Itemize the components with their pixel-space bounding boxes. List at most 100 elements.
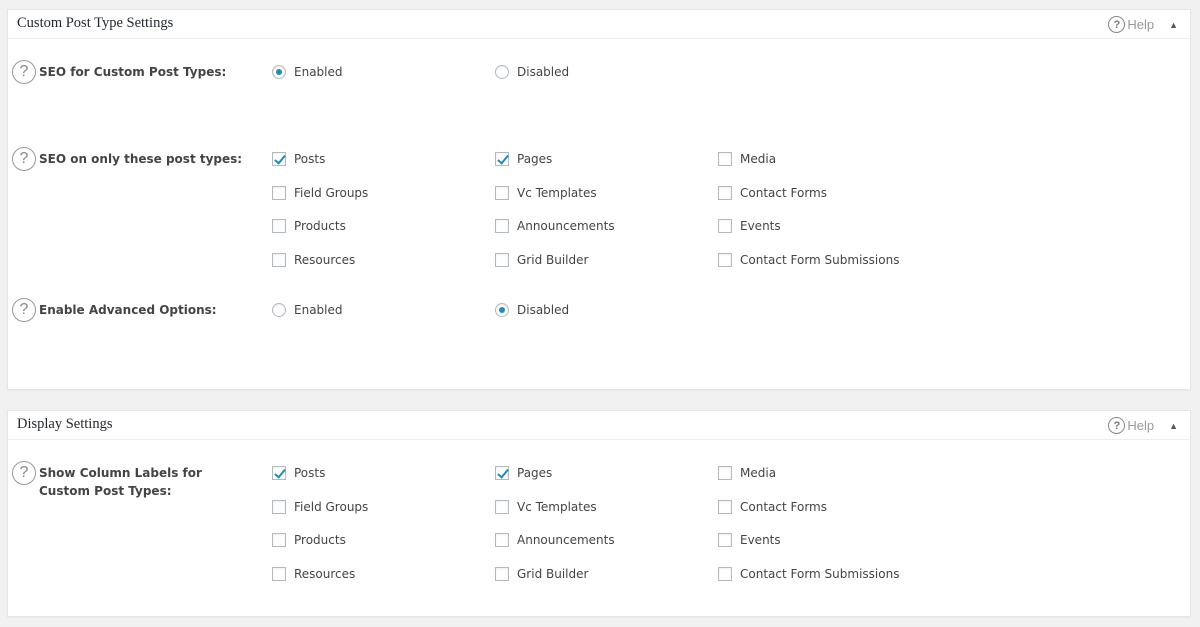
question-icon[interactable]: ? [12,298,36,322]
column-labels-option-vc-templates[interactable]: Vc Templates [495,498,597,516]
question-icon[interactable]: ? [12,461,36,485]
seo-only-option-resources[interactable]: Resources [272,251,355,269]
seo-only-option-posts[interactable]: Posts [272,150,325,168]
column-labels-label-grid-builder: Grid Builder [517,566,589,581]
column-labels-label-contact-forms: Contact Forms [740,499,827,514]
column-labels-label-announcements: Announcements [517,533,615,547]
custom-post-type-settings-panel: Custom Post Type Settings ? Help ▲ ? SEO… [7,9,1191,390]
column-labels-label-pages: Pages [517,466,553,480]
collapse-arrow-icon[interactable]: ▲ [1169,20,1178,30]
seo-cpt-enabled-option[interactable]: Enabled [272,63,343,81]
panel-header: Custom Post Type Settings ? Help ▲ [8,10,1190,39]
advanced-enabled-label: Enabled [294,303,343,317]
seo-only-label-field-groups: Field Groups [294,185,369,200]
column-labels-checkbox-posts[interactable] [272,466,286,480]
seo-only-label-products: Products [294,219,346,233]
column-labels-checkbox-vc-templates[interactable] [495,499,509,514]
column-labels-checkbox-pages[interactable] [495,466,509,480]
seo-only-option-products[interactable]: Products [272,217,346,235]
seo-only-label-pages: Pages [517,152,553,166]
column-labels-checkbox-field-groups[interactable] [272,499,286,514]
seo-only-option-pages[interactable]: Pages [495,150,552,168]
seo-only-option-field-groups[interactable]: Field Groups [272,184,368,202]
seo-only-option-vc-templates[interactable]: Vc Templates [495,184,597,202]
seo-cpt-disabled-radio[interactable] [495,65,509,79]
seo-only-checkbox-contact-forms[interactable] [718,185,732,200]
column-labels-label-posts: Posts [294,466,326,480]
column-labels-label-products: Products [294,533,346,547]
column-labels-option-grid-builder[interactable]: Grid Builder [495,565,588,583]
column-labels-checkbox-announcements[interactable] [495,533,509,547]
seo-only-option-announcements[interactable]: Announcements [495,217,615,235]
panel-title: Custom Post Type Settings [17,15,174,31]
seo-only-label-resources: Resources [294,252,356,267]
seo-only-option-contact-forms[interactable]: Contact Forms [718,184,827,202]
seo-only-option-grid-builder[interactable]: Grid Builder [495,251,588,269]
seo-only-label-grid-builder: Grid Builder [517,252,589,267]
seo-only-option-media[interactable]: Media [718,150,776,168]
seo-only-checkbox-media[interactable] [718,152,732,166]
column-labels-checkbox-contact-form-submissions[interactable] [718,566,732,581]
column-labels-label-field-groups: Field Groups [294,499,369,514]
advanced-label: Enable Advanced Options: [39,303,217,317]
column-labels-checkbox-products[interactable] [272,533,286,547]
column-labels-checkbox-media[interactable] [718,466,732,480]
seo-only-checkbox-posts[interactable] [272,152,286,166]
question-icon[interactable]: ? [12,147,36,171]
column-labels-checkbox-events[interactable] [718,533,732,547]
column-labels-label: Show Column Labels for Custom Post Types… [39,466,202,498]
column-labels-option-media[interactable]: Media [718,464,776,482]
question-icon[interactable]: ? [12,60,36,84]
column-labels-checkbox-grid-builder[interactable] [495,566,509,581]
seo-only-label: SEO on only these post types: [39,152,243,166]
column-labels-label-vc-templates: Vc Templates [517,499,597,514]
seo-only-checkbox-events[interactable] [718,219,732,233]
seo-only-checkbox-grid-builder[interactable] [495,252,509,267]
panel-header: Display Settings ? Help ▲ [8,411,1190,440]
column-labels-label-media: Media [740,466,777,480]
advanced-disabled-option[interactable]: Disabled [495,301,569,319]
column-labels-option-contact-form-submissions[interactable]: Contact Form Submissions [718,565,899,583]
column-labels-checkbox-contact-forms[interactable] [718,499,732,514]
column-labels-option-events[interactable]: Events [718,531,781,549]
seo-only-label-announcements: Announcements [517,219,615,233]
seo-only-label-media: Media [740,152,777,166]
help-icon[interactable]: ? [1108,16,1126,33]
advanced-disabled-radio[interactable] [495,303,509,317]
column-labels-option-posts[interactable]: Posts [272,464,325,482]
seo-only-label-posts: Posts [294,152,326,166]
seo-only-checkbox-field-groups[interactable] [272,185,286,200]
panel-title: Display Settings [17,416,113,432]
seo-only-label-contact-form-submissions: Contact Form Submissions [740,252,900,267]
seo-cpt-disabled-label: Disabled [517,65,570,79]
column-labels-option-products[interactable]: Products [272,531,346,549]
column-labels-label-resources: Resources [294,566,356,581]
seo-only-checkbox-products[interactable] [272,219,286,233]
seo-cpt-enabled-radio[interactable] [272,65,286,79]
help-toggle[interactable]: ? Help ▲ [1108,16,1178,33]
column-labels-option-contact-forms[interactable]: Contact Forms [718,498,827,516]
column-labels-option-resources[interactable]: Resources [272,565,355,583]
help-icon[interactable]: ? [1108,417,1126,434]
seo-only-checkbox-contact-form-submissions[interactable] [718,252,732,267]
help-toggle[interactable]: ? Help ▲ [1108,417,1178,434]
seo-only-checkbox-resources[interactable] [272,252,286,267]
column-labels-checkbox-resources[interactable] [272,566,286,581]
collapse-arrow-icon[interactable]: ▲ [1169,421,1178,431]
help-label[interactable]: Help [1127,17,1154,32]
seo-only-option-contact-form-submissions[interactable]: Contact Form Submissions [718,251,899,269]
seo-cpt-disabled-option[interactable]: Disabled [495,63,569,81]
advanced-disabled-label: Disabled [517,303,570,317]
seo-only-option-events[interactable]: Events [718,217,781,235]
column-labels-option-field-groups[interactable]: Field Groups [272,498,368,516]
column-labels-option-announcements[interactable]: Announcements [495,531,615,549]
display-settings-panel: Display Settings ? Help ▲ ? Show Column … [7,410,1191,617]
seo-only-checkbox-announcements[interactable] [495,219,509,233]
advanced-enabled-radio[interactable] [272,303,286,317]
advanced-enabled-option[interactable]: Enabled [272,301,343,319]
column-labels-option-pages[interactable]: Pages [495,464,552,482]
seo-only-checkbox-pages[interactable] [495,152,509,166]
help-label[interactable]: Help [1127,418,1154,433]
seo-only-label-vc-templates: Vc Templates [517,185,597,200]
seo-only-checkbox-vc-templates[interactable] [495,185,509,200]
